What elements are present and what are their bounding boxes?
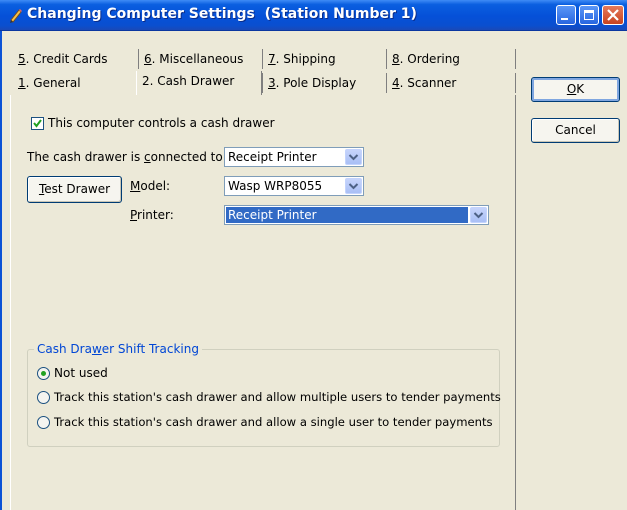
test-drawer-button[interactable]: Test Drawer	[27, 176, 122, 203]
radio-single-user-label: Track this station's cash drawer and all…	[54, 415, 493, 429]
connected-to-label: The cash drawer is connected to:	[27, 150, 227, 164]
tab-pole-display[interactable]: 3. Pole Display	[262, 73, 382, 93]
tab-general[interactable]: 1. General	[10, 73, 134, 93]
close-button[interactable]	[602, 5, 624, 25]
ok-button[interactable]: OK	[531, 77, 620, 102]
connected-to-value: Receipt Printer	[228, 150, 317, 164]
cancel-button[interactable]: Cancel	[531, 118, 620, 143]
radio-not-used[interactable]	[37, 367, 50, 380]
minimize-button[interactable]	[556, 5, 576, 25]
tab-shipping[interactable]: 7. Shipping	[262, 49, 382, 69]
window-title: Changing Computer Settings (Station Numb…	[27, 6, 417, 22]
chevron-down-icon[interactable]	[470, 207, 487, 223]
radio-multiple-users-label: Track this station's cash drawer and all…	[54, 390, 501, 404]
model-value: Wasp WRP8055	[228, 179, 323, 193]
pencil-icon	[10, 9, 22, 23]
radio-multiple-users[interactable]	[37, 391, 50, 404]
controls-cash-drawer-checkbox[interactable]	[31, 117, 44, 130]
close-icon	[607, 9, 619, 21]
window-border	[0, 31, 2, 510]
tab-ordering[interactable]: 8. Ordering	[386, 49, 516, 69]
tab-credit-cards[interactable]: 5. Credit Cards	[10, 49, 134, 69]
radio-not-used-label: Not used	[54, 366, 108, 380]
radio-single-user[interactable]	[37, 416, 50, 429]
maximize-button[interactable]	[579, 5, 599, 25]
chevron-down-icon[interactable]	[345, 178, 362, 194]
printer-select[interactable]: Receipt Printer	[224, 205, 489, 225]
shift-tracking-title: Cash Drawer Shift Tracking	[34, 342, 202, 356]
tab-scanner[interactable]: 4. Scanner	[386, 73, 516, 93]
title-bar: Changing Computer Settings (Station Numb…	[0, 0, 627, 31]
tab-cash-drawer[interactable]: 2. Cash Drawer	[136, 71, 262, 95]
checkmark-icon	[33, 119, 42, 128]
tab-miscellaneous[interactable]: 6. Miscellaneous	[138, 49, 258, 69]
model-label: Model:	[130, 179, 171, 193]
printer-label: Printer:	[130, 208, 174, 222]
connected-to-select[interactable]: Receipt Printer	[224, 147, 364, 167]
model-select[interactable]: Wasp WRP8055	[224, 176, 364, 196]
printer-value: Receipt Printer	[226, 207, 468, 223]
controls-cash-drawer-label: This computer controls a cash drawer	[48, 116, 275, 130]
chevron-down-icon[interactable]	[345, 149, 362, 165]
